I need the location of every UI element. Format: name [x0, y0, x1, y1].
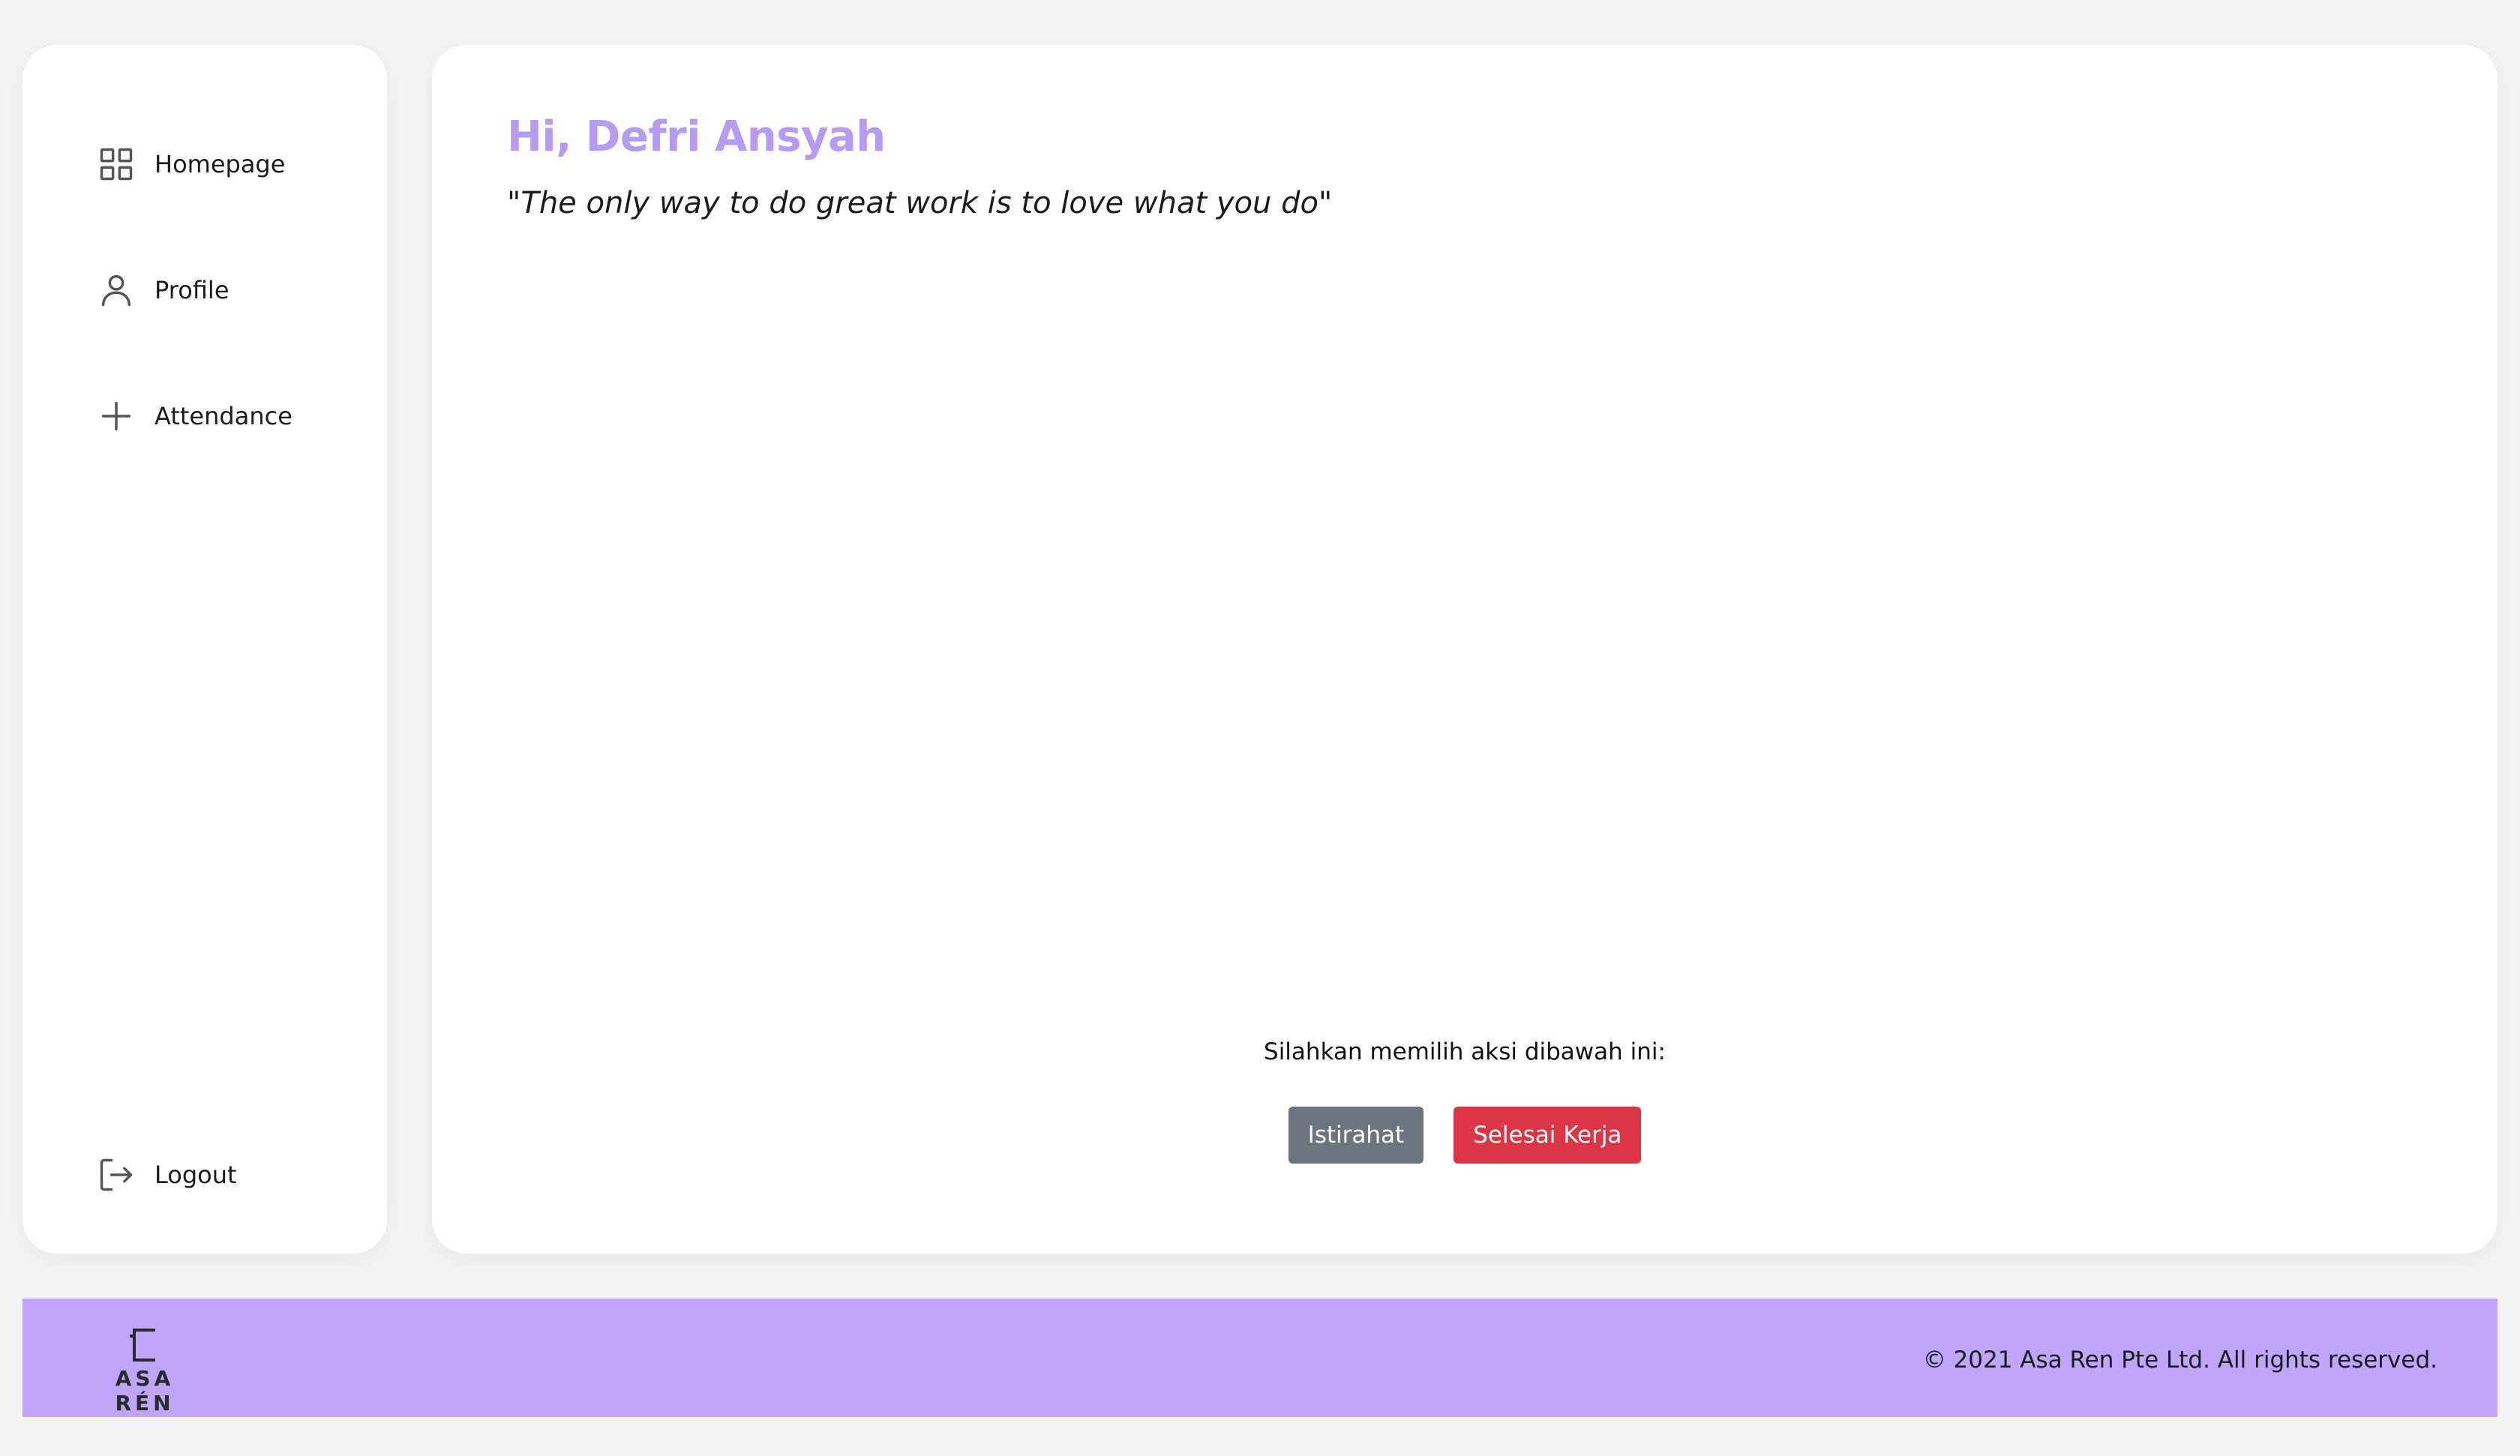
copyright-text: © 2021 Asa Ren Pte Ltd. All rights reser…	[1922, 1347, 2438, 1374]
rest-button[interactable]: Istirahat	[1288, 1107, 1424, 1164]
sidebar: Homepage Profile Attendance Logout	[22, 45, 387, 1254]
finish-work-button[interactable]: Selesai Kerja	[1454, 1107, 1642, 1164]
sidebar-item-attendance[interactable]: Attendance	[94, 394, 292, 438]
footer: ASA RÉN © 2021 Asa Ren Pte Ltd. All righ…	[22, 1299, 2498, 1417]
sidebar-item-label: Homepage	[154, 150, 286, 178]
action-buttons: Istirahat Selesai Kerja	[432, 1107, 2498, 1164]
logout-label: Logout	[154, 1161, 237, 1189]
action-prompt: Silahkan memilih aksi dibawah ini:	[1264, 1038, 1666, 1065]
main-panel: Hi, Defri Ansyah "The only way to do gre…	[432, 45, 2498, 1254]
user-icon	[94, 268, 138, 312]
logo-text: ASA RÉN	[115, 1366, 175, 1416]
grid-icon	[94, 142, 138, 186]
motivational-quote: "The only way to do great work is to lov…	[507, 186, 1333, 220]
logo-mark-icon	[130, 1329, 155, 1362]
company-logo: ASA RÉN	[81, 1326, 208, 1416]
sidebar-item-homepage[interactable]: Homepage	[94, 142, 285, 186]
sidebar-item-profile[interactable]: Profile	[94, 268, 230, 312]
logout-icon	[94, 1153, 138, 1197]
sidebar-item-label: Profile	[154, 276, 230, 304]
logout-button[interactable]: Logout	[94, 1153, 237, 1197]
page-title: Hi, Defri Ansyah	[507, 112, 886, 161]
plus-icon	[94, 394, 138, 438]
sidebar-item-label: Attendance	[154, 402, 292, 430]
